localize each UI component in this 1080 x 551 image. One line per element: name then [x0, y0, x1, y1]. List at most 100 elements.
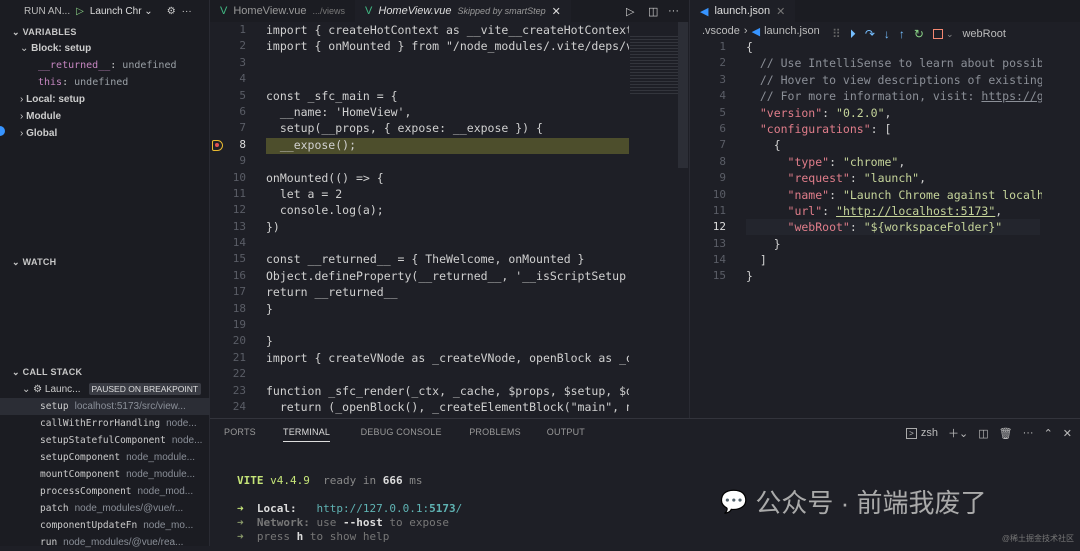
terminal-network-line: ➜ Network: use --host to expose — [237, 516, 449, 529]
line-number: 3 — [719, 72, 726, 86]
stop-icon[interactable] — [932, 29, 943, 39]
vscode-icon: ◀ — [700, 5, 709, 18]
terminal-local-line: ➜ Local: http://127.0.0.1:5173/ — [237, 502, 463, 515]
line-number: 13 — [712, 236, 726, 250]
editor2-tabbar: ◀ launch.json ✕ — [690, 0, 1080, 22]
code-line: __expose(); — [266, 137, 357, 152]
code-line: "configurations": [ — [746, 121, 892, 136]
code-line: function _sfc_render(_ctx, _cache, $prop… — [266, 383, 629, 398]
stack-frame[interactable]: processComponent node_mod... — [0, 483, 210, 500]
variable-item[interactable]: › Global — [0, 125, 210, 142]
line-numbers: 1 2 3 4 5 6 7 8 9 10 11 12 13 14 15 16 17 18 19 20 21 22 23 24 — [222, 22, 246, 415]
close-icon[interactable]: ✕ — [552, 5, 561, 18]
code-line: return __returned__ — [266, 285, 398, 300]
code-line: "name": "Launch Chrome against localho — [746, 187, 1042, 202]
code-line: } — [746, 269, 753, 284]
stack-frame[interactable]: patch node_modules/@vue/r... — [0, 500, 210, 517]
trash-icon[interactable]: 🗑 — [999, 427, 1013, 440]
split-editor-icon[interactable]: ◫ — [648, 5, 658, 18]
shell-select[interactable]: zsh — [921, 427, 938, 439]
line-number: 20 — [232, 334, 246, 348]
close-panel-icon[interactable]: ✕ — [1063, 427, 1072, 440]
panel-tab-terminal[interactable]: TERMINAL — [283, 427, 331, 442]
stack-frame[interactable]: mountComponent node_module... — [0, 466, 210, 483]
panel-tab-problems[interactable]: PROBLEMS — [469, 427, 521, 437]
code-line: "version": "0.2.0", — [746, 105, 892, 120]
line-number: 14 — [712, 253, 726, 267]
watermark: 💬 公众号 · 前端我废了 — [720, 488, 987, 518]
variable-item[interactable]: › Local: setup — [0, 91, 210, 108]
panel-tab-debug-console[interactable]: DEBUG CONSOLE — [361, 427, 442, 437]
code-editor-1[interactable]: import { createHotContext as __vite__cre… — [266, 22, 629, 415]
stack-frame[interactable]: setup localhost:5173/src/view... — [0, 398, 210, 415]
add-terminal-icon[interactable]: ＋⌄ — [948, 425, 968, 441]
tab-homeview-1[interactable]: V HomeView.vue .../views — [210, 0, 355, 22]
editor1-tabbar: V HomeView.vue .../views V HomeView.vue Skip… — [210, 0, 690, 22]
line-number: 4 — [239, 72, 246, 86]
run-icon[interactable]: ▷ — [626, 5, 634, 18]
code-line: console.log(a); — [266, 203, 384, 218]
panel-tab-output[interactable]: OUTPUT — [547, 427, 585, 437]
line-number: 23 — [232, 383, 246, 397]
line-number: 6 — [719, 121, 726, 135]
stack-frame[interactable]: setupComponent node_module... — [0, 449, 210, 466]
tab-homeview-2[interactable]: V HomeView.vue Skipped by smartStep ✕ — [355, 0, 571, 22]
line-number: 24 — [232, 399, 246, 413]
debug-sidebar: RUN AN... ▷ Launch Chr ⌄ ⚙ ··· ⌄ VARIABL… — [0, 0, 210, 548]
launch-config-select[interactable]: Launch Chr ⌄ — [90, 6, 153, 17]
code-line: }) — [266, 219, 280, 234]
start-debugging-icon[interactable]: ▷ — [76, 6, 84, 17]
tab-launch-json[interactable]: ◀ launch.json ✕ — [690, 0, 796, 22]
split-terminal-icon[interactable]: ◫ — [978, 427, 988, 440]
gear-icon[interactable]: ⚙ — [167, 6, 176, 17]
maximize-icon[interactable]: ⌃ — [1044, 427, 1053, 440]
close-icon[interactable]: ✕ — [776, 5, 785, 18]
scrollbar[interactable] — [678, 22, 688, 168]
line-numbers: 1 2 3 4 5 6 7 8 9 10 11 12 13 14 15 — [700, 39, 726, 285]
code-line: } — [746, 236, 781, 251]
variable-item[interactable]: › Module — [0, 108, 210, 125]
variable-item[interactable]: ⌄ Block: setup — [0, 40, 210, 57]
stack-frame[interactable]: componentUpdateFn node_mo... — [0, 517, 210, 534]
more-icon[interactable]: ··· — [668, 5, 679, 17]
line-number: 7 — [719, 138, 726, 152]
line-number: 1 — [239, 23, 246, 36]
stack-frame[interactable]: run node_modules/@vue/rea... — [0, 534, 210, 551]
line-number: 7 — [239, 121, 246, 135]
panel-tab-ports[interactable]: PORTS — [224, 427, 256, 437]
line-number: 17 — [232, 285, 246, 299]
code-line: const __returned__ = { TheWelcome, onMou… — [266, 252, 585, 267]
line-number: 3 — [239, 55, 246, 69]
variables-header[interactable]: ⌄ VARIABLES — [12, 27, 77, 38]
bottom-panel: PORTS TERMINAL DEBUG CONSOLE PROBLEMS OUTPUT… — [210, 418, 1080, 546]
callstack-header[interactable]: ⌄ CALL STACK — [12, 367, 82, 378]
more-icon[interactable]: ··· — [1023, 427, 1034, 439]
code-line: __name: 'HomeView', — [266, 104, 412, 119]
code-line: let a = 2 — [266, 186, 343, 201]
stack-frame[interactable]: callWithErrorHandling node... — [0, 415, 210, 432]
terminal-icon[interactable]: > — [906, 427, 917, 439]
code-line: // For more information, visit: https://… — [746, 89, 1042, 104]
line-number: 15 — [232, 252, 246, 266]
more-icon[interactable]: ··· — [182, 6, 192, 17]
code-line: { — [746, 40, 753, 54]
variable-item[interactable]: __returned__: undefined — [0, 57, 210, 74]
breadcrumb: .vscode › ◀ launch.json — [702, 25, 820, 38]
code-editor-2[interactable]: { // Use IntelliSense to learn about pos… — [746, 39, 1042, 285]
thread-item[interactable]: ⌄ ⚙ Launc... PAUSED ON BREAKPOINT — [0, 381, 210, 398]
line-number: 19 — [232, 318, 246, 332]
minimap[interactable] — [630, 36, 678, 96]
variable-item[interactable]: this: undefined — [0, 74, 210, 91]
code-line: const _sfc_main = { — [266, 88, 398, 103]
stack-frame[interactable]: setupStatefulComponent node... — [0, 432, 210, 449]
line-number: 10 — [712, 187, 726, 201]
watch-header[interactable]: ⌄ WATCH — [12, 257, 56, 268]
line-number: 11 — [232, 186, 246, 200]
line-number: 12 — [712, 220, 726, 234]
line-number: 12 — [232, 203, 246, 217]
line-number: 10 — [232, 170, 246, 184]
